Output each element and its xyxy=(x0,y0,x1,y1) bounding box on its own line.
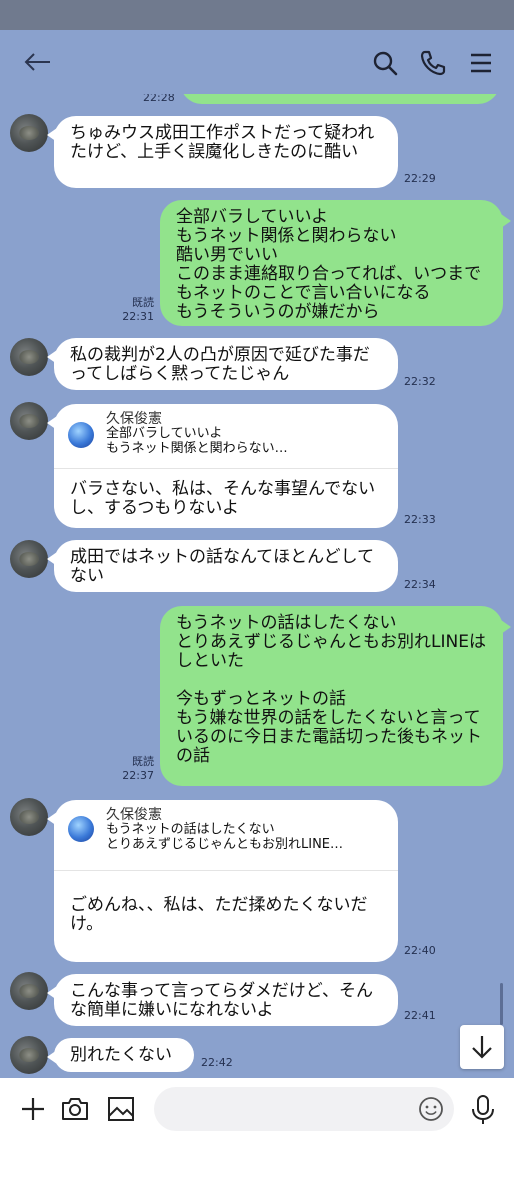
message-time: 22:28 xyxy=(143,94,175,104)
message-input[interactable] xyxy=(154,1087,454,1131)
quoted-user-avatar xyxy=(68,816,94,842)
avatar[interactable] xyxy=(10,338,48,376)
avatar[interactable] xyxy=(10,972,48,1010)
avatar[interactable] xyxy=(10,540,48,578)
reply-text: ごめんね、、私は、ただ揉めたくないだけ。 xyxy=(70,895,368,934)
scroll-to-bottom-button[interactable] xyxy=(460,1025,504,1069)
avatar[interactable] xyxy=(10,798,48,836)
incoming-message-bubble[interactable]: ちゅみウス成田工作ポストだって疑われたけど、上手く誤魔化しきたのに酷い xyxy=(47,116,398,188)
message-time: 22:42 xyxy=(201,1056,233,1069)
camera-icon[interactable] xyxy=(60,1094,90,1124)
menu-icon[interactable] xyxy=(466,48,496,78)
quoted-text: もうネットの話はしたくない とりあえずじるじゃんともお別れLINE… xyxy=(106,822,344,852)
message-time: 22:41 xyxy=(404,1009,436,1022)
chat-header xyxy=(0,30,514,94)
mic-icon[interactable] xyxy=(470,1094,496,1126)
plus-icon[interactable] xyxy=(18,1094,48,1124)
reply-text: バラさない、私は、そんな事望んでないし、するつもりないよ xyxy=(70,479,376,518)
message-input-bar xyxy=(0,1078,514,1200)
reply-message-bubble[interactable]: 久保俊憲 全部バラしていいよ もうネット関係と関わらない… バラさない、私は、そ… xyxy=(47,404,398,528)
outgoing-message-bubble[interactable] xyxy=(180,94,500,104)
outgoing-message-bubble[interactable]: 全部バラしていいよ もうネット関係と関わらない 酷い男でいい このまま連絡取り合… xyxy=(160,200,511,326)
arrow-down-icon xyxy=(472,1036,492,1059)
read-receipt: 既読 22:37 xyxy=(122,755,154,782)
phone-icon[interactable] xyxy=(418,48,448,78)
search-icon[interactable] xyxy=(370,48,400,78)
message-time: 22:29 xyxy=(404,172,436,185)
scrollbar[interactable] xyxy=(500,983,503,1025)
avatar[interactable] xyxy=(10,402,48,440)
emoji-icon[interactable] xyxy=(418,1096,444,1122)
message-time: 22:40 xyxy=(404,944,436,957)
divider xyxy=(54,870,398,871)
avatar[interactable] xyxy=(10,114,48,152)
incoming-message-bubble[interactable]: 私の裁判が2人の凸が原因で延びた事だってしばらく黙ってたじゃん xyxy=(47,338,398,390)
incoming-message-bubble[interactable]: 成田ではネットの話なんてほとんどしてない xyxy=(47,540,398,592)
read-receipt: 既読 22:31 xyxy=(122,296,154,323)
message-time: 22:34 xyxy=(404,578,436,591)
divider xyxy=(54,468,398,469)
image-icon[interactable] xyxy=(106,1094,136,1124)
back-arrow-icon[interactable] xyxy=(22,50,52,78)
message-time: 22:33 xyxy=(404,513,436,526)
status-bar xyxy=(0,0,514,30)
incoming-message-bubble[interactable]: こんな事って言ってらダメだけど、そんな簡単に嫌いになれないよ xyxy=(47,974,398,1026)
quoted-user-avatar xyxy=(68,422,94,448)
incoming-message-bubble[interactable]: 別れたくない xyxy=(47,1038,194,1072)
avatar[interactable] xyxy=(10,1036,48,1074)
message-time: 22:32 xyxy=(404,375,436,388)
quoted-text: 全部バラしていいよ もうネット関係と関わらない… xyxy=(106,426,288,456)
chat-area[interactable]: 22:28 ちゅみウス成田工作ポストだって疑われたけど、上手く誤魔化しきたのに酷… xyxy=(0,94,514,1078)
reply-message-bubble[interactable]: 久保俊憲 もうネットの話はしたくない とりあえずじるじゃんともお別れLINE… … xyxy=(47,800,398,962)
outgoing-message-bubble[interactable]: もうネットの話はしたくない とりあえずじるじゃんともお別れLINEはしといた 今… xyxy=(160,606,511,786)
